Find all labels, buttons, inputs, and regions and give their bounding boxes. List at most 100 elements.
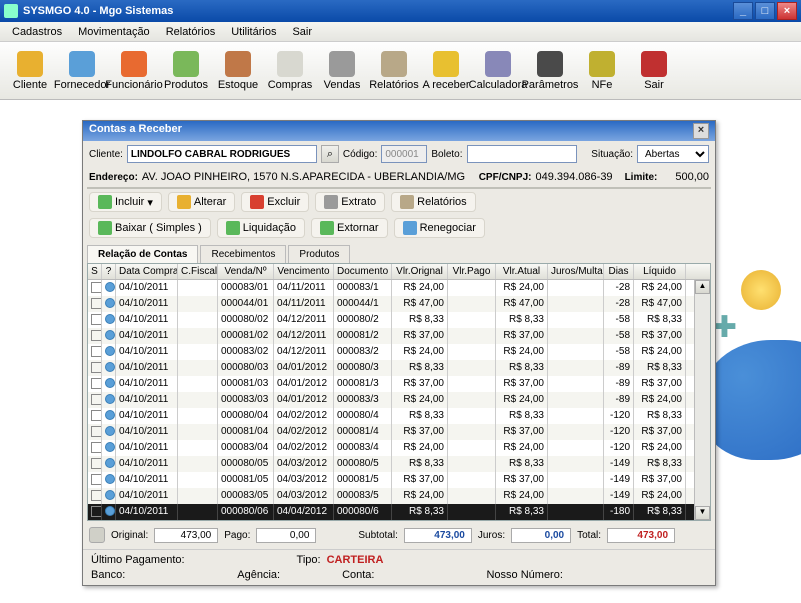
column-header[interactable]: Dias bbox=[604, 264, 634, 279]
table-row[interactable]: 04/10/2011000083/0504/03/2012000083/5R$ … bbox=[88, 488, 694, 504]
table-row[interactable]: 04/10/2011000080/0204/12/2011000080/2R$ … bbox=[88, 312, 694, 328]
toolbar-icon bbox=[589, 51, 615, 77]
codigo-field bbox=[381, 145, 427, 163]
table-row[interactable]: 04/10/2011000083/0104/11/2011000083/1R$ … bbox=[88, 280, 694, 296]
cpfcnpj-value: 049.394.086-39 bbox=[535, 171, 612, 183]
table-row[interactable]: 04/10/2011000080/0304/01/2012000080/3R$ … bbox=[88, 360, 694, 376]
renegociar-button[interactable]: Renegociar bbox=[394, 218, 485, 238]
column-header[interactable]: Juros/Multa bbox=[548, 264, 604, 279]
dialog-titlebar[interactable]: Contas a Receber × bbox=[83, 121, 715, 141]
toolbar-icon bbox=[121, 51, 147, 77]
cliente-label: Cliente: bbox=[89, 149, 123, 160]
toolbar-icon bbox=[485, 51, 511, 77]
chevron-down-icon: ▾ bbox=[147, 196, 153, 209]
scroll-down-icon[interactable]: ▼ bbox=[695, 506, 710, 520]
alterar-button[interactable]: Alterar bbox=[168, 192, 235, 212]
extrato-button[interactable]: Extrato bbox=[315, 192, 385, 212]
maximize-button[interactable]: □ bbox=[755, 2, 775, 20]
background-sun-icon bbox=[741, 270, 781, 310]
table-row[interactable]: 04/10/2011000083/0404/02/2012000083/4R$ … bbox=[88, 440, 694, 456]
column-header[interactable]: Líquido bbox=[634, 264, 686, 279]
cliente-lookup-button[interactable]: ⌕ bbox=[321, 145, 339, 163]
relatorios-button[interactable]: Relatórios bbox=[391, 192, 476, 212]
excluir-button[interactable]: Excluir bbox=[241, 192, 309, 212]
toolbar-sair[interactable]: Sair bbox=[628, 44, 680, 97]
subtotal-label: Subtotal: bbox=[358, 530, 397, 541]
tipo-label: Tipo: bbox=[297, 554, 321, 566]
column-header[interactable]: Data Compra bbox=[116, 264, 178, 279]
table-row[interactable]: 04/10/2011000083/0204/12/2011000083/2R$ … bbox=[88, 344, 694, 360]
column-header[interactable]: Documento bbox=[334, 264, 392, 279]
table-row[interactable]: 04/10/2011000080/0604/04/2012000080/6R$ … bbox=[88, 504, 694, 520]
ultimo-pagamento-label: Último Pagamento: bbox=[91, 554, 185, 566]
toolbar-fornecedor[interactable]: Fornecedor bbox=[56, 44, 108, 97]
subtotal-value: 473,00 bbox=[404, 528, 472, 543]
boleto-field[interactable] bbox=[467, 145, 577, 163]
table-row[interactable]: 04/10/2011000044/0104/11/2011000044/1R$ … bbox=[88, 296, 694, 312]
scroll-up-icon[interactable]: ▲ bbox=[695, 280, 710, 294]
toolbar-calculadora[interactable]: Calculadora bbox=[472, 44, 524, 97]
table-row[interactable]: 04/10/2011000081/0204/12/2011000081/2R$ … bbox=[88, 328, 694, 344]
toolbar-icon bbox=[277, 51, 303, 77]
column-header[interactable]: Vlr.Pago bbox=[448, 264, 496, 279]
limite-value: 500,00 bbox=[675, 171, 709, 183]
column-header[interactable]: Vlr.Orignal bbox=[392, 264, 448, 279]
menu-utilitários[interactable]: Utilitários bbox=[223, 24, 284, 40]
toolbar-a receber[interactable]: A receber bbox=[420, 44, 472, 97]
toolbar-funcionário[interactable]: Funcionário bbox=[108, 44, 160, 97]
tab-0[interactable]: Relação de Contas bbox=[87, 245, 198, 263]
menu-relatórios[interactable]: Relatórios bbox=[158, 24, 224, 40]
tab-1[interactable]: Recebimentos bbox=[200, 245, 286, 263]
table-row[interactable]: 04/10/2011000081/0304/01/2012000081/3R$ … bbox=[88, 376, 694, 392]
extornar-button[interactable]: Extornar bbox=[311, 218, 388, 238]
endereco-value: AV. JOAO PINHEIRO, 1570 N.S.APARECIDA - … bbox=[142, 171, 465, 183]
menu-cadastros[interactable]: Cadastros bbox=[4, 24, 70, 40]
cliente-field[interactable] bbox=[127, 145, 317, 163]
tab-2[interactable]: Produtos bbox=[288, 245, 350, 263]
pago-label: Pago: bbox=[224, 530, 250, 541]
table-row[interactable]: 04/10/2011000080/0504/03/2012000080/5R$ … bbox=[88, 456, 694, 472]
nosso-numero-label: Nosso Número: bbox=[486, 569, 562, 581]
toolbar-relatórios[interactable]: Relatórios bbox=[368, 44, 420, 97]
toolbar-icon bbox=[69, 51, 95, 77]
column-header[interactable]: S bbox=[88, 264, 102, 279]
baixar-button[interactable]: Baixar ( Simples ) bbox=[89, 218, 211, 238]
column-header[interactable]: Venda/Nº bbox=[218, 264, 274, 279]
toolbar-nfe[interactable]: NFe bbox=[576, 44, 628, 97]
liquidacao-button[interactable]: Liquidação bbox=[217, 218, 305, 238]
toolbar-icon bbox=[173, 51, 199, 77]
column-header[interactable]: ? bbox=[102, 264, 116, 279]
grid-header: S?Data CompraC.FiscalVenda/NºVencimentoD… bbox=[88, 264, 710, 280]
dialog-close-button[interactable]: × bbox=[693, 123, 709, 139]
incluir-button[interactable]: Incluir ▾ bbox=[89, 192, 162, 212]
situacao-select[interactable]: Abertas bbox=[637, 145, 709, 163]
menu-movimentação[interactable]: Movimentação bbox=[70, 24, 158, 40]
juros-label: Juros: bbox=[478, 530, 505, 541]
toolbar-produtos[interactable]: Produtos bbox=[160, 44, 212, 97]
arrow-down-icon bbox=[98, 221, 112, 235]
table-row[interactable]: 04/10/2011000081/0404/02/2012000081/4R$ … bbox=[88, 424, 694, 440]
table-row[interactable]: 04/10/2011000080/0404/02/2012000080/4R$ … bbox=[88, 408, 694, 424]
limite-label: Limite: bbox=[625, 172, 658, 183]
banco-label: Banco: bbox=[91, 569, 125, 581]
delete-icon bbox=[250, 195, 264, 209]
toolbar-vendas[interactable]: Vendas bbox=[316, 44, 368, 97]
table-row[interactable]: 04/10/2011000081/0504/03/2012000081/5R$ … bbox=[88, 472, 694, 488]
grid-scrollbar[interactable]: ▲ ▼ bbox=[694, 280, 710, 520]
toolbar-estoque[interactable]: Estoque bbox=[212, 44, 264, 97]
column-header[interactable]: Vencimento bbox=[274, 264, 334, 279]
toolbar-compras[interactable]: Compras bbox=[264, 44, 316, 97]
minimize-button[interactable]: _ bbox=[733, 2, 753, 20]
situacao-label: Situação: bbox=[591, 149, 633, 160]
cpfcnpj-label: CPF/CNPJ: bbox=[479, 172, 532, 183]
table-row[interactable]: 04/10/2011000083/0304/01/2012000083/3R$ … bbox=[88, 392, 694, 408]
app-icon bbox=[4, 4, 18, 18]
column-header[interactable]: Vlr.Atual bbox=[496, 264, 548, 279]
window-title: SYSMGO 4.0 - Mgo Sistemas bbox=[23, 5, 173, 17]
original-value: 473,00 bbox=[154, 528, 218, 543]
column-header[interactable]: C.Fiscal bbox=[178, 264, 218, 279]
menu-sair[interactable]: Sair bbox=[284, 24, 320, 40]
toolbar-cliente[interactable]: Cliente bbox=[4, 44, 56, 97]
close-button[interactable]: × bbox=[777, 2, 797, 20]
toolbar-parâmetros[interactable]: Parâmetros bbox=[524, 44, 576, 97]
